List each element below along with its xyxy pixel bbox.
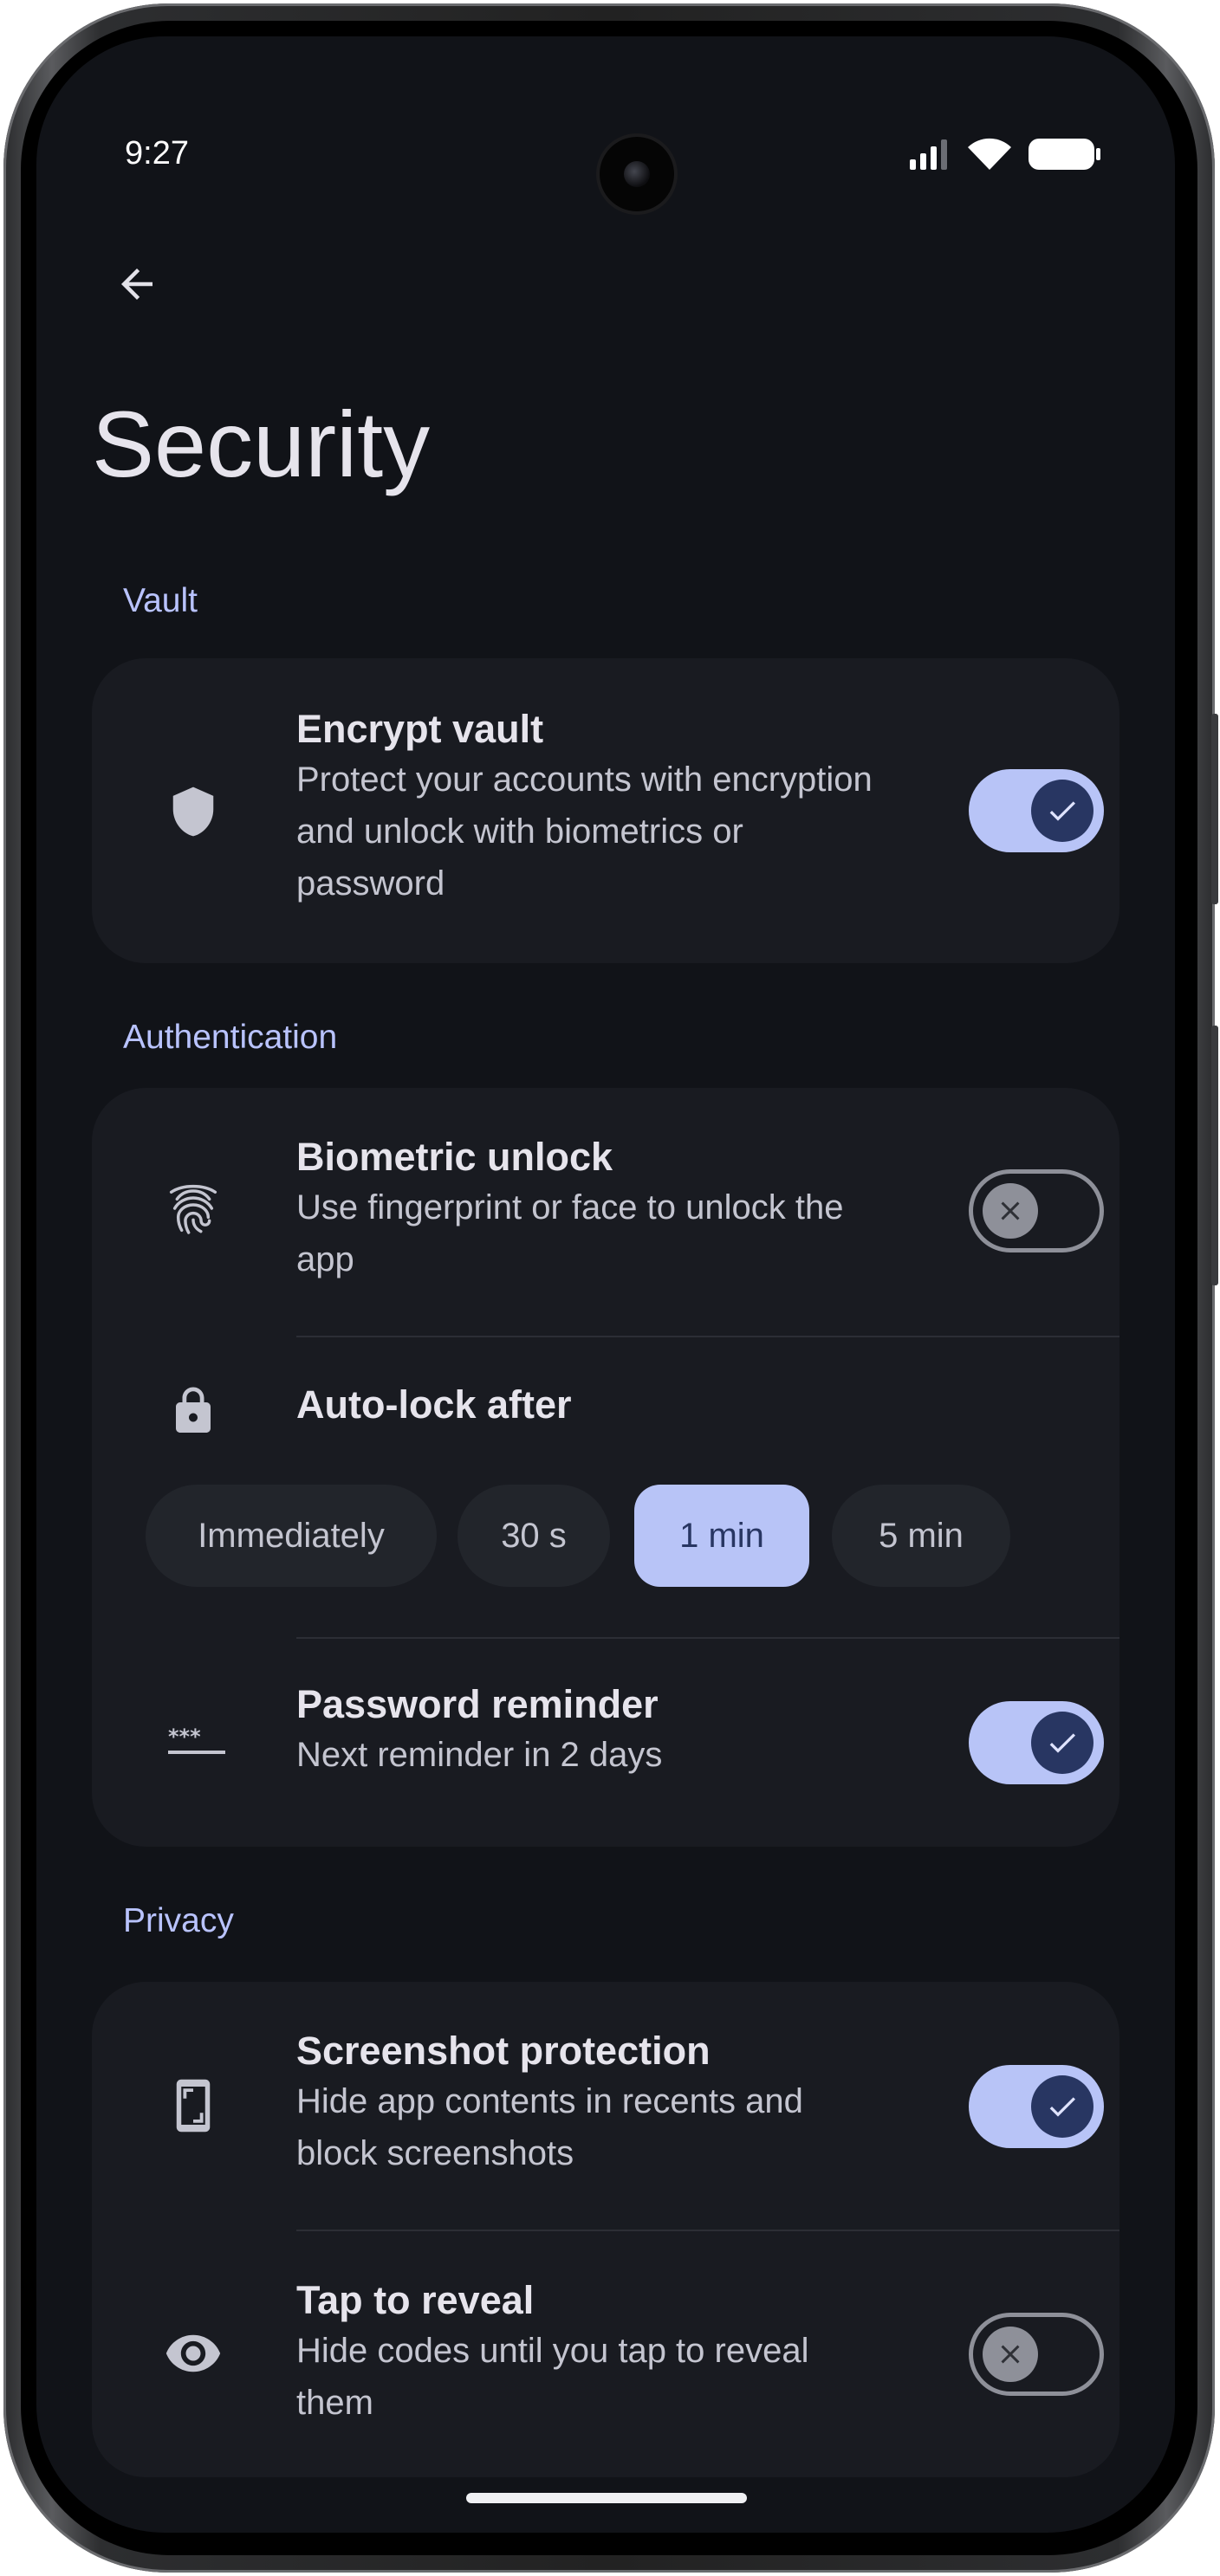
- subtitle-line: Hide codes until you tap to reveal: [296, 2332, 809, 2370]
- encrypt-vault-subtitle: Protect your accounts with encryption an…: [296, 754, 990, 909]
- status-icons: [908, 137, 1102, 172]
- biometric-unlock-toggle[interactable]: [969, 1169, 1104, 1252]
- auto-lock-title: Auto-lock after: [296, 1382, 572, 1427]
- biometric-unlock-row[interactable]: Biometric unlock Use fingerprint or face…: [92, 1088, 1119, 1336]
- password-icon: ***: [163, 1712, 232, 1772]
- tap-to-reveal-toggle[interactable]: [969, 2313, 1104, 2396]
- toggle-knob: [1031, 780, 1093, 842]
- chip-5min[interactable]: 5 min: [832, 1485, 1010, 1587]
- check-icon: [1049, 1733, 1075, 1753]
- section-label-vault: Vault: [123, 582, 198, 619]
- encrypt-vault-toggle[interactable]: [969, 769, 1104, 852]
- front-camera: [600, 137, 674, 211]
- screenshot-protection-toggle[interactable]: [969, 2065, 1104, 2148]
- svg-text:***: ***: [168, 1725, 201, 1749]
- subtitle-line: them: [296, 2384, 373, 2422]
- screenshot-icon: [163, 2075, 224, 2136]
- screenshot-protection-title: Screenshot protection: [296, 2029, 711, 2073]
- wifi-icon: [968, 138, 1011, 170]
- chip-1min[interactable]: 1 min: [634, 1485, 809, 1587]
- toggle-knob: [983, 1183, 1038, 1239]
- subtitle-line: Use fingerprint or face to unlock the: [296, 1188, 844, 1227]
- chip-immediately[interactable]: Immediately: [146, 1485, 437, 1587]
- fingerprint-icon: [163, 1181, 224, 1242]
- privacy-card: Screenshot protection Hide app contents …: [92, 1982, 1119, 2477]
- home-indicator[interactable]: [466, 2493, 747, 2503]
- section-label-authentication: Authentication: [123, 1019, 338, 1056]
- password-reminder-title: Password reminder: [296, 1682, 659, 1726]
- lock-icon: [163, 1381, 224, 1441]
- encrypt-vault-row[interactable]: Encrypt vault Protect your accounts with…: [92, 658, 1119, 963]
- tap-to-reveal-subtitle: Hide codes until you tap to reveal them: [296, 2325, 990, 2429]
- password-reminder-row[interactable]: *** Password reminder Next reminder in 2…: [92, 1639, 1119, 1847]
- close-icon: [1001, 2345, 1020, 2364]
- eye-icon: [163, 2323, 224, 2384]
- screen: 9:27 Security Vault Encrypt vault Protec…: [36, 36, 1175, 2533]
- tap-to-reveal-row[interactable]: Tap to reveal Hide codes until you tap t…: [92, 2231, 1119, 2477]
- subtitle-line: Hide app contents in recents and: [296, 2082, 803, 2120]
- battery-icon: [1029, 139, 1100, 170]
- volume-button: [1211, 1026, 1218, 1285]
- subtitle-line: and unlock with biometrics or: [296, 812, 743, 851]
- divider: [296, 1336, 1119, 1337]
- close-icon: [1001, 1201, 1020, 1220]
- toggle-knob: [1031, 2075, 1093, 2138]
- subtitle-line: Protect your accounts with encryption: [296, 761, 873, 799]
- subtitle-line: password: [296, 864, 445, 903]
- biometric-unlock-title: Biometric unlock: [296, 1135, 613, 1179]
- arrow-back-icon: [121, 269, 152, 300]
- subtitle-line: block screenshots: [296, 2134, 574, 2172]
- encrypt-vault-title: Encrypt vault: [296, 707, 544, 751]
- check-icon: [1049, 2097, 1075, 2117]
- section-label-privacy: Privacy: [123, 1902, 234, 1939]
- screenshot-protection-row[interactable]: Screenshot protection Hide app contents …: [92, 1982, 1119, 2230]
- toggle-knob: [983, 2327, 1038, 2382]
- page-title: Security: [92, 392, 431, 496]
- password-reminder-toggle[interactable]: [969, 1701, 1104, 1784]
- password-reminder-subtitle: Next reminder in 2 days: [296, 1736, 663, 1774]
- toggle-knob: [1031, 1712, 1093, 1774]
- shield-icon: [163, 781, 224, 842]
- vault-card: Encrypt vault Protect your accounts with…: [92, 658, 1119, 963]
- signal-icon: [910, 139, 947, 170]
- screenshot-protection-subtitle: Hide app contents in recents and block s…: [296, 2075, 990, 2179]
- authentication-card: Biometric unlock Use fingerprint or face…: [92, 1088, 1119, 1847]
- back-button[interactable]: [97, 244, 177, 324]
- check-icon: [1049, 801, 1075, 821]
- power-button: [1211, 714, 1218, 904]
- status-time: 9:27: [125, 135, 189, 172]
- chip-30s[interactable]: 30 s: [458, 1485, 610, 1587]
- subtitle-line: app: [296, 1240, 354, 1278]
- biometric-unlock-subtitle: Use fingerprint or face to unlock the ap…: [296, 1181, 990, 1285]
- tap-to-reveal-title: Tap to reveal: [296, 2278, 535, 2322]
